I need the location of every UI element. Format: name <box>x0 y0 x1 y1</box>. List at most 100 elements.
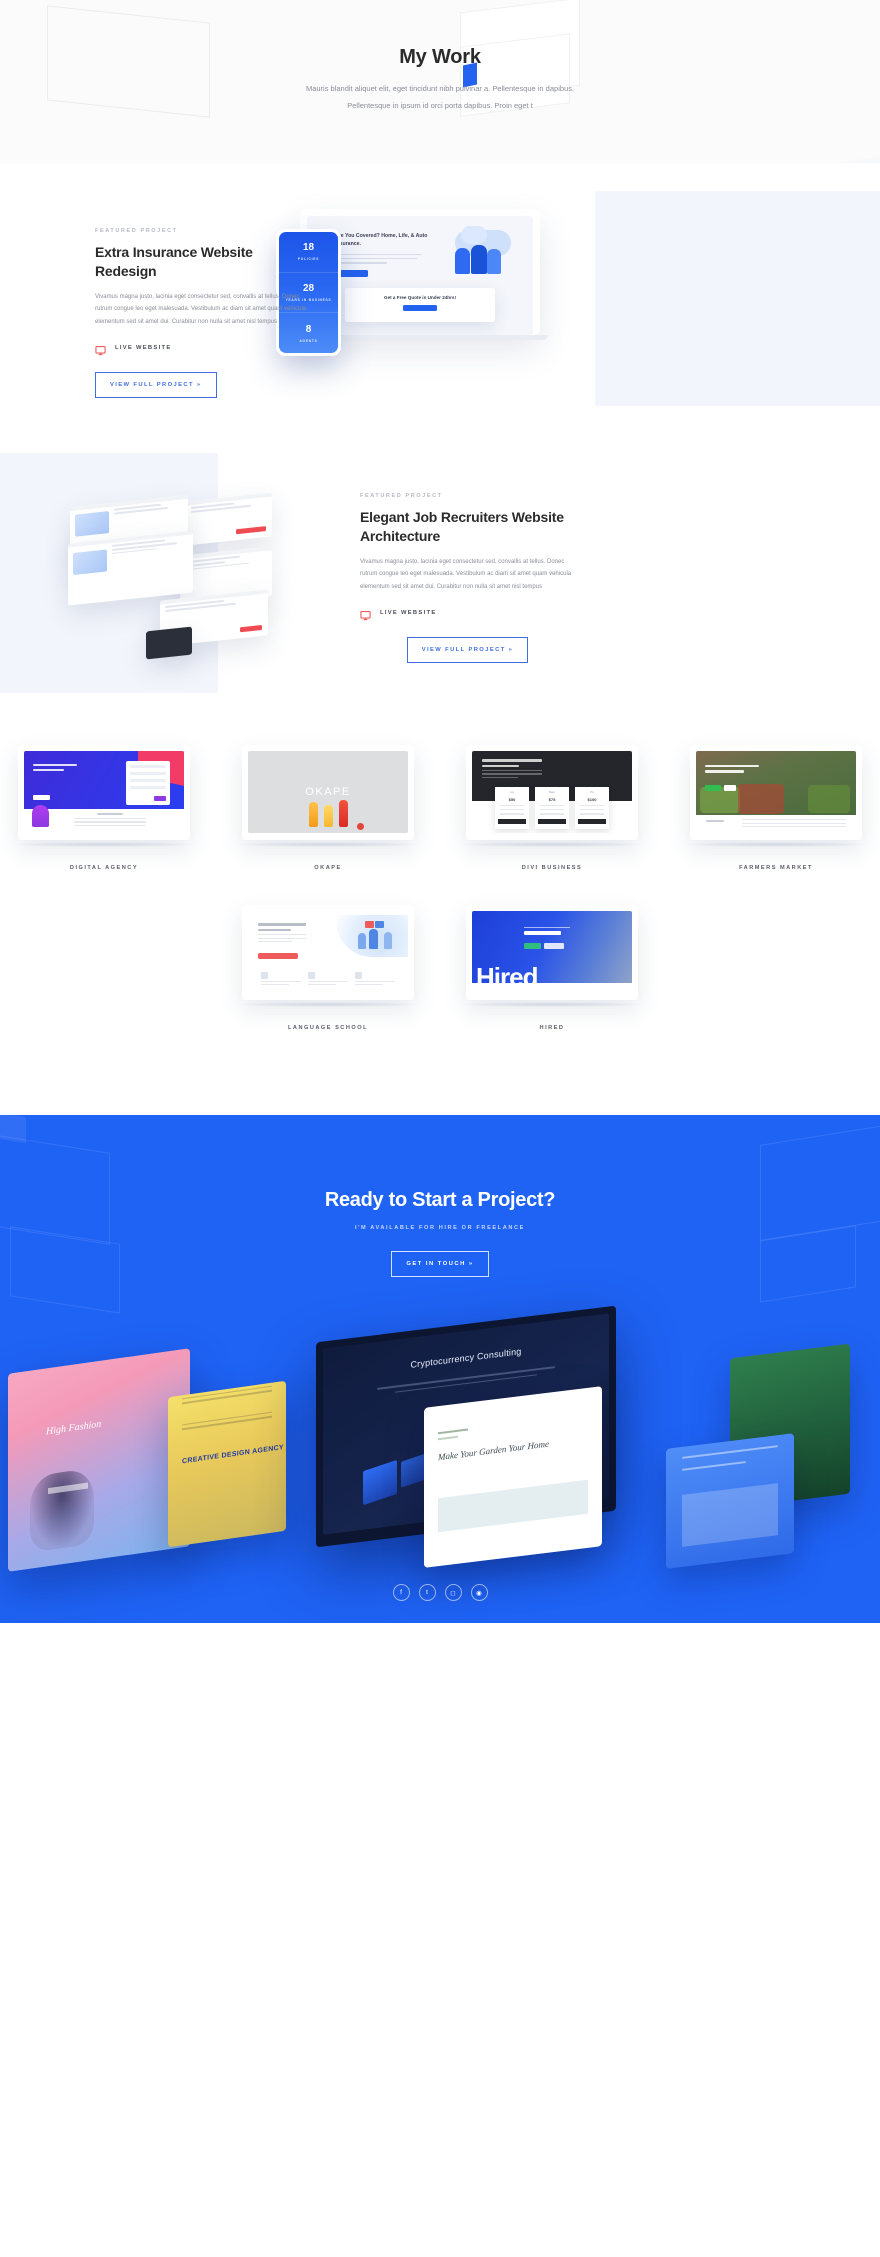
cloud-shape-small-icon <box>461 226 487 244</box>
person-figure-2 <box>471 245 487 274</box>
insurance-headline: Are You Covered? Home, Life, & Auto Insu… <box>335 233 428 248</box>
hero-paragraph-line-2: Pellentesque in ipsum id orci porta dapi… <box>347 101 533 111</box>
project-1-live-label: LIVE WEBSITE <box>115 345 172 352</box>
hero-section: My Work Mauris blandit aliquet elit, ege… <box>0 0 880 163</box>
purple-shape <box>32 805 49 827</box>
okape-artwork: OKAPE <box>248 751 408 833</box>
project-2-live-website-link[interactable]: LIVE WEBSITE <box>360 608 575 620</box>
digital-agency-artwork <box>24 751 184 809</box>
portfolio-item-language-school[interactable]: LANGUAGE SCHOOL <box>228 905 428 1031</box>
pricing-card: Basic $75 <box>535 787 569 829</box>
project-1-background-panel <box>595 191 880 406</box>
portfolio-caption: DIGITAL AGENCY <box>69 865 139 871</box>
thumbnail-shadow <box>681 842 871 847</box>
hired-artwork: Hired <box>472 911 632 983</box>
portfolio-caption: OKAPE <box>314 865 342 871</box>
portfolio-page: My Work Mauris blandit aliquet elit, ege… <box>0 0 880 1623</box>
insurance-illustration <box>439 226 517 280</box>
bottle-group <box>248 797 408 827</box>
thumbnail-foot <box>24 833 184 840</box>
portfolio-grid: DIGITAL AGENCY OKAPE OKAPE Lite $50 Basi… <box>0 745 880 1065</box>
cta-square-accent <box>0 1115 26 1144</box>
flashcard-red <box>365 921 374 928</box>
free-quote-card: Get a Free Quote in Under 24hrs! <box>345 288 495 322</box>
project-1-eyebrow: FEATURED PROJECT <box>95 228 178 234</box>
portfolio-caption: HIRED <box>539 1025 565 1031</box>
dribbble-icon[interactable]: ◉ <box>470 1584 488 1601</box>
project-1-live-website-link[interactable]: LIVE WEBSITE <box>95 343 310 355</box>
tomato-shape <box>357 823 364 830</box>
headline-lines <box>524 927 570 935</box>
portfolio-item-hired[interactable]: Hired HIRED <box>452 905 652 1031</box>
insurance-subtext-lines <box>335 253 430 264</box>
portfolio-caption: LANGUAGE SCHOOL <box>288 1025 368 1031</box>
thumbnail-screen: OKAPE <box>248 751 408 833</box>
facebook-icon[interactable]: f <box>392 1584 410 1601</box>
project-2-eyebrow: FEATURED PROJECT <box>360 493 443 499</box>
portfolio-thumbnail <box>18 745 190 840</box>
person-figure-1 <box>358 933 366 949</box>
get-in-touch-button[interactable]: GET IN TOUCH » <box>391 1251 489 1277</box>
thumbnail-screen: Lite $50 Basic $75 Pro $100 <box>472 751 632 833</box>
social-links: f t ◻ ◉ <box>0 1584 880 1601</box>
flashcard-blue <box>375 921 384 928</box>
monitor-icon <box>360 608 371 620</box>
portfolio-item-farmers-market[interactable]: FARMERS MARKET <box>676 745 876 871</box>
footer-text-lines <box>742 819 846 830</box>
project-2-body: Vivamus magna justo, lacinia eget consec… <box>360 558 572 590</box>
pricing-card: Lite $50 <box>495 787 529 829</box>
thumbnail-foot <box>472 993 632 1000</box>
mockup-card <box>68 530 193 606</box>
featured-project-insurance: Are You Covered? Home, Life, & Auto Insu… <box>0 163 880 453</box>
portfolio-thumbnail: OKAPE <box>242 745 414 840</box>
device-creative-agency: CREATIVE DESIGN AGENCY <box>168 1380 286 1548</box>
device-collage: High Fashion CREATIVE DESIGN AGENCY Cryp… <box>0 1265 880 1572</box>
person-figure-3 <box>384 932 392 949</box>
green-button-shape <box>524 943 541 949</box>
hero-paragraph: Mauris blandit aliquet elit, eget tincid… <box>180 80 700 115</box>
portfolio-item-okape[interactable]: OKAPE OKAPE <box>228 745 428 871</box>
headline-lines <box>258 923 306 945</box>
person-figure-2 <box>369 929 378 949</box>
farmers-market-footer-artwork <box>696 815 856 833</box>
produce-shape-3 <box>808 785 850 813</box>
feature-item <box>261 971 302 987</box>
hired-wordmark: Hired <box>476 962 538 983</box>
thumbnail-screen <box>696 751 856 833</box>
decorative-rule <box>438 1435 458 1441</box>
model-silhouette <box>30 1467 94 1553</box>
instagram-icon[interactable]: ◻ <box>444 1584 462 1601</box>
portfolio-item-digital-agency[interactable]: DIGITAL AGENCY <box>4 745 204 871</box>
portfolio-caption: DIVI BUSINESS <box>521 865 583 871</box>
cube-shape <box>363 1459 397 1506</box>
cta-subtitle: I'M AVAILABLE FOR HIRE OR FREELANCE <box>354 1225 526 1231</box>
website-architecture-mockup-stack <box>60 491 310 666</box>
device-garden-site: Make Your Garden Your Home <box>424 1386 602 1568</box>
project-2-view-full-project-button[interactable]: VIEW FULL PROJECT » <box>406 636 529 663</box>
hero-paragraph-line-1: Mauris blandit aliquet elit, eget tincid… <box>305 84 575 93</box>
thumbnail-screen: Hired <box>472 911 632 993</box>
twitter-icon[interactable]: t <box>418 1584 436 1601</box>
language-school-artwork <box>248 911 408 993</box>
portfolio-caption: FARMERS MARKET <box>739 865 813 871</box>
white-button-shape <box>724 785 736 791</box>
hired-footer-artwork <box>472 983 632 993</box>
project-1-view-full-project-button[interactable]: VIEW FULL PROJECT » <box>95 371 217 398</box>
bottle-yellow <box>323 805 333 827</box>
bottle-red <box>338 800 348 827</box>
headline-lines <box>705 765 759 776</box>
monitor-icon <box>95 343 106 355</box>
digital-agency-footer-artwork <box>24 805 184 833</box>
creative-agency-title: CREATIVE DESIGN AGENCY <box>182 1444 284 1466</box>
bottle-orange <box>308 802 318 827</box>
footer-text-lines <box>74 813 146 828</box>
device-blue-site <box>666 1433 794 1569</box>
green-button-shape <box>705 785 721 791</box>
thumbnail-shadow <box>233 1002 423 1007</box>
cta-content: Ready to Start a Project? I'M AVAILABLE … <box>0 1141 880 1277</box>
feature-row <box>248 971 408 987</box>
produce-shape-2 <box>738 784 784 814</box>
portfolio-item-divi-business[interactable]: Lite $50 Basic $75 Pro $100 DIVI BUSINESS <box>452 745 652 871</box>
high-fashion-title: High Fashion <box>46 1418 102 1438</box>
device-high-fashion: High Fashion <box>8 1348 190 1572</box>
